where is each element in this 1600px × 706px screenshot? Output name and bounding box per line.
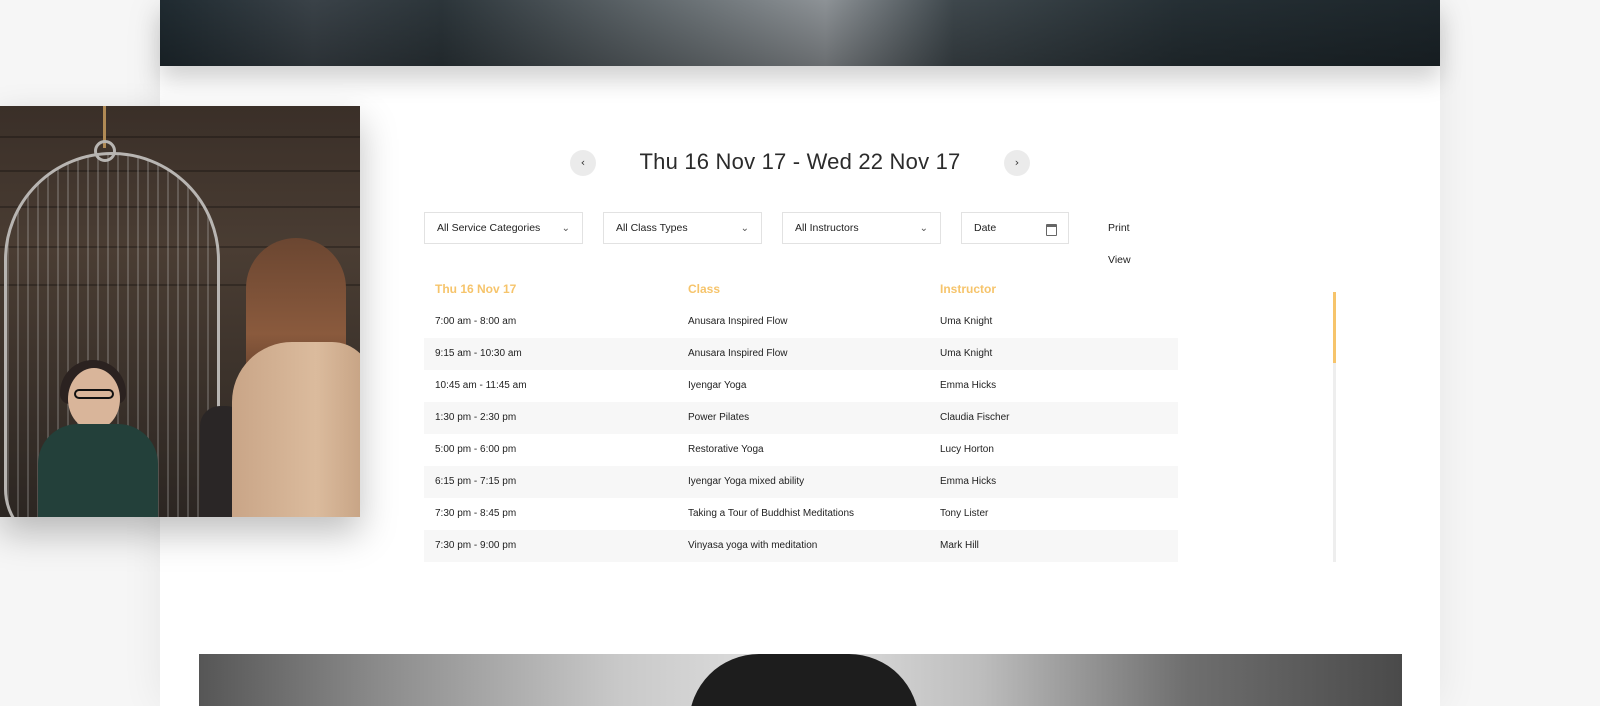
table-row[interactable]: 1:30 pm - 2:30 pm Power Pilates Claudia … [424, 402, 1178, 434]
wall-plank [0, 136, 360, 138]
table-row[interactable]: 9:15 am - 10:30 am Anusara Inspired Flow… [424, 338, 1178, 370]
table-row[interactable]: 7:30 pm - 9:00 pm Vinyasa yoga with medi… [424, 530, 1178, 562]
studio-photo [0, 106, 360, 517]
time-cell: 7:30 pm - 9:00 pm [435, 540, 517, 551]
footer-photo [199, 654, 1402, 706]
instructor-cell[interactable]: Lucy Horton [940, 434, 994, 466]
schedule-scrollbar[interactable] [1333, 292, 1336, 562]
week-navigator: ‹ Thu 16 Nov 17 - Wed 22 Nov 17 › [570, 145, 1030, 181]
table-row[interactable]: 7:30 pm - 8:45 pm Taking a Tour of Buddh… [424, 498, 1178, 530]
class-cell[interactable]: Iyengar Yoga [688, 370, 746, 402]
time-cell: 6:15 pm - 7:15 pm [435, 476, 517, 487]
chevron-left-icon: ‹ [580, 156, 586, 169]
person-glasses [74, 389, 114, 399]
scrollbar-thumb[interactable] [1333, 292, 1336, 363]
chevron-right-icon: › [1014, 156, 1020, 169]
next-week-button[interactable]: › [1004, 150, 1030, 176]
select-label: All Class Types [616, 222, 688, 234]
class-cell[interactable]: Iyengar Yoga mixed ability [688, 466, 804, 498]
chevron-down-icon: ⌄ [561, 223, 570, 234]
print-view-link[interactable]: Print View [1108, 212, 1131, 276]
instructor-cell[interactable]: Emma Hicks [940, 370, 996, 402]
table-row[interactable]: 5:00 pm - 6:00 pm Restorative Yoga Lucy … [424, 434, 1178, 466]
person-face [68, 368, 120, 430]
person-coat [232, 342, 360, 517]
table-row[interactable]: 10:45 am - 11:45 am Iyengar Yoga Emma Hi… [424, 370, 1178, 402]
class-types-select[interactable]: All Class Types ⌄ [603, 212, 762, 244]
time-cell: 1:30 pm - 2:30 pm [435, 412, 517, 423]
class-header: Class [688, 282, 721, 296]
time-cell: 5:00 pm - 6:00 pm [435, 444, 517, 455]
time-cell: 10:45 am - 11:45 am [435, 380, 527, 391]
instructor-cell[interactable]: Claudia Fischer [940, 402, 1009, 434]
previous-week-button[interactable]: ‹ [570, 150, 596, 176]
instructor-cell[interactable]: Emma Hicks [940, 466, 996, 498]
date-field[interactable]: Date [961, 212, 1069, 244]
instructors-select[interactable]: All Instructors ⌄ [782, 212, 941, 244]
instructor-cell[interactable]: Tony Lister [940, 498, 988, 530]
chevron-down-icon: ⌄ [740, 223, 749, 234]
class-cell[interactable]: Vinyasa yoga with meditation [688, 530, 817, 562]
select-label: All Instructors [795, 222, 859, 234]
chevron-down-icon: ⌄ [919, 223, 928, 234]
time-cell: 7:00 am - 8:00 am [435, 316, 517, 327]
class-cell[interactable]: Restorative Yoga [688, 434, 764, 466]
person-hair [689, 654, 919, 706]
person-sweater [38, 424, 158, 517]
calendar-icon [1046, 224, 1057, 236]
class-cell[interactable]: Power Pilates [688, 402, 749, 434]
table-row[interactable]: 7:00 am - 8:00 am Anusara Inspired Flow … [424, 306, 1178, 338]
service-categories-select[interactable]: All Service Categories ⌄ [424, 212, 583, 244]
date-placeholder: Date [974, 222, 997, 234]
instructor-cell[interactable]: Uma Knight [940, 338, 992, 370]
day-header: Thu 16 Nov 17 [435, 282, 517, 296]
time-cell: 9:15 am - 10:30 am [435, 348, 522, 359]
header-photo [160, 0, 1440, 66]
schedule-table: Thu 16 Nov 17 Class Instructor 7:00 am -… [424, 274, 1178, 562]
week-range-title: Thu 16 Nov 17 - Wed 22 Nov 17 [639, 149, 961, 174]
instructor-cell[interactable]: Uma Knight [940, 306, 992, 338]
table-header: Thu 16 Nov 17 Class Instructor [424, 274, 1178, 306]
class-cell[interactable]: Anusara Inspired Flow [688, 306, 788, 338]
class-cell[interactable]: Anusara Inspired Flow [688, 338, 788, 370]
table-row[interactable]: 6:15 pm - 7:15 pm Iyengar Yoga mixed abi… [424, 466, 1178, 498]
class-cell[interactable]: Taking a Tour of Buddhist Meditations [688, 498, 854, 530]
instructor-header: Instructor [940, 282, 997, 296]
time-cell: 7:30 pm - 8:45 pm [435, 508, 517, 519]
instructor-cell[interactable]: Mark Hill [940, 530, 979, 562]
select-label: All Service Categories [437, 222, 541, 234]
